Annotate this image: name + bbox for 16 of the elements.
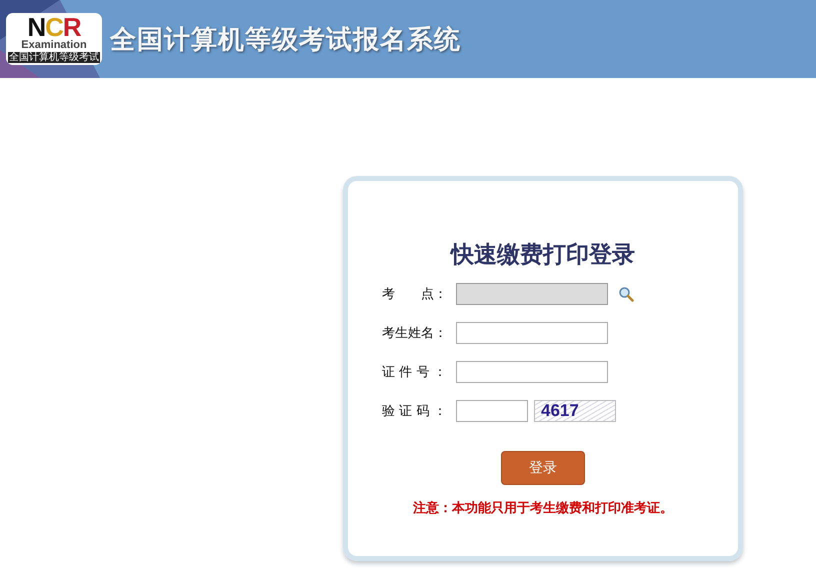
logo-strip: 全国计算机等级考试 xyxy=(8,52,100,63)
logo-word: Examination xyxy=(21,39,87,51)
captcha-image[interactable]: 4617 xyxy=(534,400,616,422)
input-field[interactable] xyxy=(456,322,608,344)
input-field[interactable] xyxy=(456,400,528,422)
site-title: 全国计算机等级考试报名系统 xyxy=(110,24,461,56)
login-title: 快速缴费打印登录 xyxy=(451,241,635,270)
input-field[interactable] xyxy=(456,361,608,383)
login-button[interactable]: 登录 xyxy=(501,451,585,485)
logo-letters: NCR xyxy=(27,15,81,39)
field-label: 考 点： xyxy=(382,286,448,303)
field-label: 考生姓名： xyxy=(382,325,448,342)
field-label: 验 证 码 ： xyxy=(382,403,448,420)
field-label: 证 件 号 ： xyxy=(382,364,448,381)
notice-text: 注意：本功能只用于考生缴费和打印准考证。 xyxy=(413,500,673,517)
search-icon[interactable] xyxy=(618,286,634,302)
